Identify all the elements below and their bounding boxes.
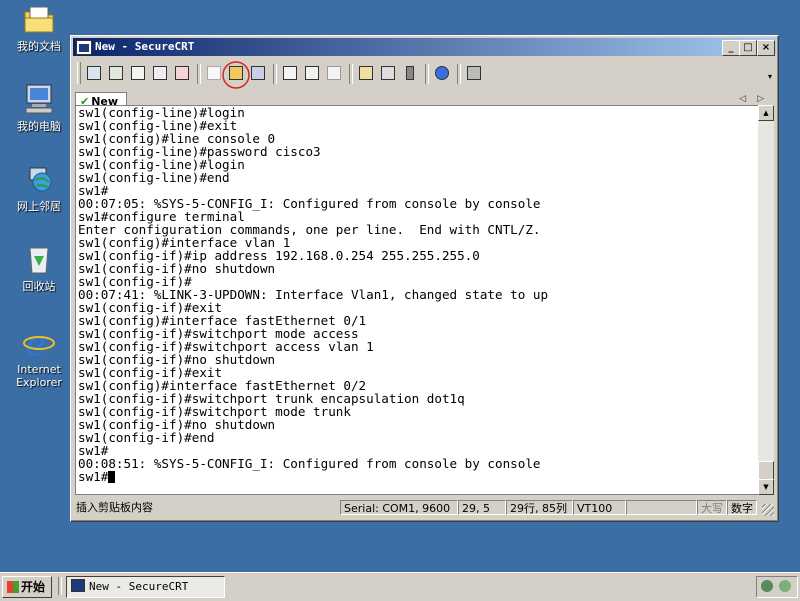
- taskbar-item-label: New - SecureCRT: [89, 580, 189, 593]
- global-options-button[interactable]: [379, 64, 397, 82]
- terminal-line: sw1(config-if)#end: [78, 430, 215, 445]
- desktop-icon-label: 我的文档: [17, 40, 61, 53]
- taskbar-separator: [58, 577, 62, 595]
- highlight-circle-annotation: [222, 61, 250, 89]
- desktop-icon-my-documents[interactable]: 我的文档: [6, 2, 72, 53]
- global-options-icon: [381, 66, 395, 80]
- securecrt-app-icon: [76, 40, 92, 55]
- keymap-icon: [406, 66, 414, 80]
- status-emulation: VT100: [573, 500, 626, 515]
- close-button[interactable]: ×: [757, 40, 775, 56]
- window-titlebar[interactable]: New - SecureCRT _ □ ×: [73, 38, 776, 56]
- desktop-icon-internet-explorer[interactable]: e Internet Explorer: [6, 324, 72, 389]
- connect-button[interactable]: [85, 64, 103, 82]
- toolbar-separator: [349, 64, 353, 84]
- copy-icon: [207, 66, 221, 80]
- status-connection: Serial: COM1, 9600: [340, 500, 458, 515]
- print-setup-icon: [327, 66, 341, 80]
- desktop-icon-network[interactable]: 网上邻居: [6, 162, 72, 213]
- tray-network-icon[interactable]: [761, 580, 773, 592]
- session-options-button[interactable]: [357, 64, 375, 82]
- toolbar-separator: [425, 64, 429, 84]
- folder-icon: [22, 2, 56, 36]
- recycle-bin-icon: [22, 242, 56, 276]
- disconnect-button[interactable]: [173, 64, 191, 82]
- tray-security-icon[interactable]: [779, 580, 791, 592]
- status-caps-lock: 大写: [697, 500, 727, 515]
- print-setup-button[interactable]: [325, 64, 343, 82]
- desktop-icon-label: 回收站: [22, 280, 56, 293]
- taskbar-item-securecrt[interactable]: New - SecureCRT: [66, 576, 225, 598]
- print-icon: [283, 66, 297, 80]
- vertical-scrollbar[interactable]: ▲ ▼: [758, 105, 774, 495]
- desktop-icon-label: 我的电脑: [17, 120, 61, 133]
- internet-explorer-icon: e: [22, 324, 56, 364]
- status-blank-panel: [626, 500, 697, 515]
- tab-scroll-right-icon[interactable]: ▷: [757, 94, 764, 104]
- connect-tab-icon: [131, 66, 145, 80]
- print-selection-icon: [305, 66, 319, 80]
- securecrt-app-icon: [71, 579, 85, 592]
- quick-connect-button[interactable]: [107, 64, 125, 82]
- print-selection-button[interactable]: [303, 64, 321, 82]
- securecrt-window: New - SecureCRT _ □ × ▾ ✔ New ◁ ▷ sw1(co…: [70, 35, 779, 522]
- toolbar: ▾: [73, 58, 776, 90]
- system-tray: [756, 576, 798, 598]
- network-globe-icon: [22, 162, 56, 196]
- session-options-icon: [359, 66, 373, 80]
- terminal-output: sw1(config-line)#login sw1(config-line)#e…: [78, 106, 548, 483]
- help-button[interactable]: [433, 64, 451, 82]
- taskbar: 开始 New - SecureCRT: [0, 572, 800, 601]
- status-hint: 插入剪贴板内容: [76, 501, 153, 514]
- connect-tab-button[interactable]: [129, 64, 147, 82]
- desktop-icon-label: 网上邻居: [17, 200, 61, 213]
- reconnect-button[interactable]: [151, 64, 169, 82]
- terminal-cursor: [108, 471, 116, 483]
- minimize-button[interactable]: _: [722, 40, 740, 56]
- terminal-line: sw1(config-line)#end: [78, 170, 230, 185]
- scroll-down-button[interactable]: ▼: [758, 479, 774, 495]
- disconnect-icon: [175, 66, 189, 80]
- toolbar-separator: [273, 64, 277, 84]
- toolbar-grip[interactable]: [77, 62, 81, 84]
- toolbar-separator: [197, 64, 201, 84]
- status-terminal-size: 29行, 85列: [506, 500, 573, 515]
- status-num-lock: 数字: [727, 500, 757, 515]
- print-button[interactable]: [281, 64, 299, 82]
- status-bar: 插入剪贴板内容 Serial: COM1, 9600 29, 5 29行, 85…: [73, 498, 776, 518]
- status-cursor-position: 29, 5: [458, 500, 506, 515]
- terminal-line: 00:08:51: %SYS-5-CONFIG_I: Configured fr…: [78, 456, 541, 471]
- terminal-prompt: sw1#: [78, 469, 109, 484]
- help-icon: [435, 66, 449, 80]
- sftp-button[interactable]: [465, 64, 483, 82]
- reconnect-icon: [153, 66, 167, 80]
- desktop-icon-recycle-bin[interactable]: 回收站: [6, 242, 72, 293]
- start-label: 开始: [21, 580, 46, 594]
- computer-icon: [22, 82, 56, 116]
- desktop-icon-label: Internet Explorer: [16, 363, 62, 389]
- maximize-button[interactable]: □: [739, 40, 757, 56]
- window-title: New - SecureCRT: [95, 40, 195, 53]
- resize-grip[interactable]: [762, 504, 774, 516]
- scroll-thumb[interactable]: [758, 461, 774, 481]
- windows-logo-icon: [7, 581, 19, 593]
- keymap-button[interactable]: [401, 64, 419, 82]
- quick-connect-icon: [109, 66, 123, 80]
- scroll-up-button[interactable]: ▲: [758, 105, 774, 121]
- connect-icon: [87, 66, 101, 80]
- toolbar-overflow-chevron-icon[interactable]: ▾: [768, 72, 772, 81]
- desktop-icon-my-computer[interactable]: 我的电脑: [6, 82, 72, 133]
- sftp-icon: [467, 66, 481, 80]
- toolbar-separator: [457, 64, 461, 84]
- find-icon: [251, 66, 265, 80]
- terminal-prompt-line: sw1#: [78, 470, 548, 483]
- terminal-area[interactable]: sw1(config-line)#login sw1(config-line)#e…: [75, 105, 759, 495]
- start-button[interactable]: 开始: [2, 576, 52, 598]
- tab-scroll-left-icon[interactable]: ◁: [739, 94, 746, 104]
- svg-text:e: e: [26, 325, 46, 359]
